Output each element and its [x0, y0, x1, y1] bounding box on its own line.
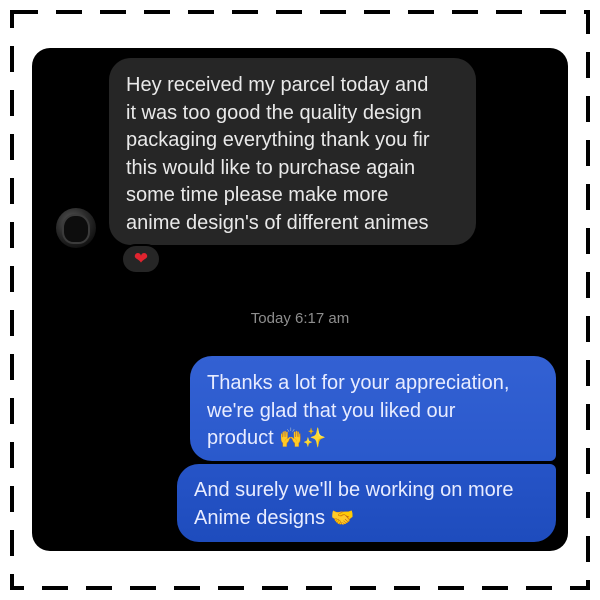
message-timestamp: Today 6:17 am	[250, 310, 350, 327]
outgoing-message-text: Thanks a lot for your appreciation, we'r…	[207, 372, 510, 449]
heart-icon: ❤	[133, 248, 149, 269]
chat-conversation: Hey received my parcel today and it was …	[32, 48, 568, 551]
sender-avatar[interactable]	[56, 208, 96, 248]
handshake-emoji: 🤝	[330, 506, 355, 529]
outgoing-message-bubble[interactable]: And surely we'll be working on more Anim…	[177, 464, 556, 542]
raised-hands-sparkles-emoji: 🙌✨	[279, 427, 327, 449]
avatar-image	[62, 214, 90, 244]
message-reaction[interactable]: ❤	[121, 244, 161, 274]
incoming-message-bubble[interactable]: Hey received my parcel today and it was …	[109, 58, 476, 245]
outgoing-message-bubble[interactable]: Thanks a lot for your appreciation, we'r…	[190, 356, 556, 461]
